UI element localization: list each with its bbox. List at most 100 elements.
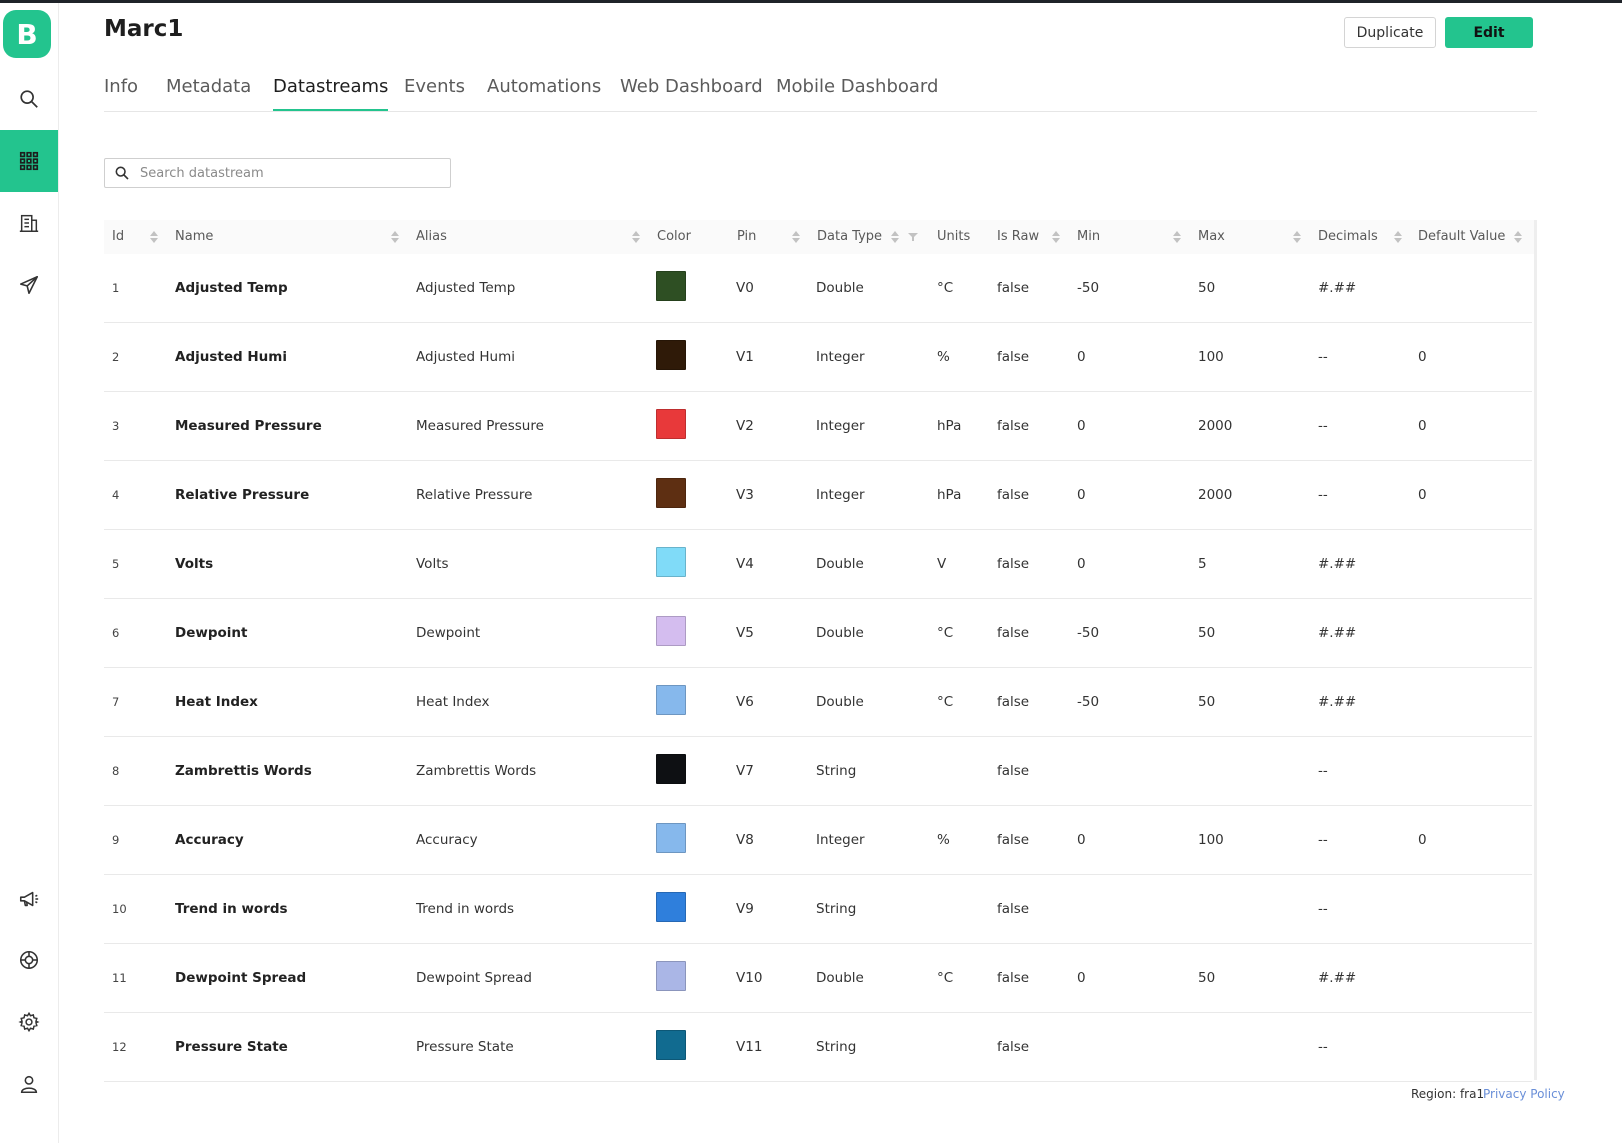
- sort-icon[interactable]: [792, 231, 800, 244]
- table-row[interactable]: 6 Dewpoint Dewpoint V5 Double °C false -50 50 #.#…: [104, 599, 1532, 668]
- tab-metadata[interactable]: Metadata: [166, 76, 251, 111]
- sort-icon[interactable]: [150, 231, 158, 244]
- table-row[interactable]: 12 Pressure State Pressure State V11 String f…: [104, 1013, 1532, 1082]
- app-logo[interactable]: B: [3, 10, 51, 58]
- tab-mobile-dashboard[interactable]: Mobile Dashboard: [776, 76, 938, 111]
- column-header-decimals[interactable]: Decimals: [1318, 220, 1378, 254]
- sidebar-item-devices[interactable]: [0, 130, 58, 192]
- sidebar-item-help[interactable]: [0, 929, 58, 991]
- privacy-policy-link[interactable]: Privacy Policy: [1483, 1087, 1565, 1101]
- cell-decimals: --: [1318, 349, 1328, 365]
- column-header-max[interactable]: Max: [1198, 220, 1225, 254]
- cell-default-value: 0: [1418, 349, 1427, 365]
- sidebar-item-profile[interactable]: [0, 1053, 58, 1115]
- cell-alias: Trend in words: [416, 901, 515, 917]
- cell-name: Adjusted Temp: [175, 280, 288, 296]
- sort-icon[interactable]: [891, 231, 899, 244]
- cell-is-raw: false: [997, 625, 1030, 641]
- tab-automations[interactable]: Automations: [487, 76, 601, 111]
- color-swatch: [656, 892, 686, 922]
- cell-max: 50: [1198, 625, 1216, 641]
- cell-name: Relative Pressure: [175, 487, 310, 503]
- column-header-default-value[interactable]: Default Value: [1418, 220, 1505, 254]
- sort-icon[interactable]: [1293, 231, 1301, 244]
- sidebar-item-settings[interactable]: [0, 991, 58, 1053]
- cell-min: -50: [1077, 625, 1100, 641]
- cell-units: °C: [937, 280, 954, 296]
- filter-icon[interactable]: [908, 232, 918, 242]
- cell-alias: Adjusted Humi: [416, 349, 515, 365]
- cell-decimals: #.##: [1318, 694, 1357, 710]
- cell-pin: V6: [736, 694, 754, 710]
- cell-min: 0: [1077, 418, 1086, 434]
- sidebar-item-search[interactable]: [0, 68, 58, 130]
- cell-max: 5: [1198, 556, 1207, 572]
- column-header-is-raw[interactable]: Is Raw: [997, 220, 1039, 254]
- cell-decimals: --: [1318, 832, 1328, 848]
- column-header-name[interactable]: Name: [175, 220, 213, 254]
- column-header-id[interactable]: Id: [112, 220, 124, 254]
- edit-button[interactable]: Edit: [1445, 17, 1533, 48]
- sort-icon[interactable]: [1173, 231, 1181, 244]
- sidebar: B: [0, 3, 59, 1143]
- cell-units: °C: [937, 625, 954, 641]
- sort-icon[interactable]: [1394, 231, 1402, 244]
- table-row[interactable]: 8 Zambrettis Words Zambrettis Words V7 Strin…: [104, 737, 1532, 806]
- table-row[interactable]: 10 Trend in words Trend in words V9 String fa…: [104, 875, 1532, 944]
- cell-name: Volts: [175, 556, 214, 572]
- cell-alias: Relative Pressure: [416, 487, 533, 503]
- sort-icon[interactable]: [391, 231, 399, 244]
- cell-data-type: Double: [816, 556, 864, 572]
- sidebar-item-messages[interactable]: [0, 254, 58, 316]
- tab-datastreams[interactable]: Datastreams: [273, 76, 389, 111]
- cell-is-raw: false: [997, 763, 1030, 779]
- duplicate-button[interactable]: Duplicate: [1344, 17, 1436, 48]
- color-swatch: [656, 547, 686, 577]
- cell-name: Pressure State: [175, 1039, 288, 1055]
- cell-name: Accuracy: [175, 832, 244, 848]
- column-header-pin[interactable]: Pin: [737, 220, 756, 254]
- cell-units: V: [937, 556, 947, 572]
- sidebar-item-organizations[interactable]: [0, 192, 58, 254]
- table-row[interactable]: 5 Volts Volts V4 Double Vfalse 0 5 #.##: [104, 530, 1532, 599]
- user-icon: [20, 1075, 38, 1094]
- color-swatch: [656, 823, 686, 853]
- cell-pin: V3: [736, 487, 754, 503]
- cell-units: hPa: [937, 487, 962, 503]
- tab-bar: Info Metadata Datastreams Events Automat…: [104, 76, 1537, 112]
- tab-info[interactable]: Info: [104, 76, 138, 111]
- column-header-alias[interactable]: Alias: [416, 220, 447, 254]
- table-row[interactable]: 4 Relative Pressure Relative Pressure V3 Int…: [104, 461, 1532, 530]
- cell-max: 2000: [1198, 487, 1233, 503]
- search-input[interactable]: [138, 164, 442, 182]
- cell-data-type: String: [816, 763, 857, 779]
- cell-alias: Pressure State: [416, 1039, 514, 1055]
- table-row[interactable]: 1 Adjusted Temp Adjusted Temp V0 Double °C fal…: [104, 254, 1532, 323]
- column-header-data-type[interactable]: Data Type: [817, 220, 882, 254]
- color-swatch: [656, 478, 686, 508]
- sidebar-item-announcements[interactable]: [0, 868, 58, 930]
- table-row[interactable]: 9 Accuracy Accuracy V8 Integer% false 0 100 -- 0: [104, 806, 1532, 875]
- cell-data-type: Integer: [816, 418, 865, 434]
- table-row[interactable]: 7 Heat Index Heat Index V6 Double °C false -50 5…: [104, 668, 1532, 737]
- sort-icon[interactable]: [1514, 231, 1522, 244]
- cell-decimals: #.##: [1318, 556, 1357, 572]
- cell-max: 2000: [1198, 418, 1233, 434]
- tab-events[interactable]: Events: [404, 76, 465, 111]
- table-row[interactable]: 2 Adjusted Humi Adjusted Humi V1 Integer% fal…: [104, 323, 1532, 392]
- cell-pin: V10: [736, 970, 763, 986]
- cell-decimals: --: [1318, 418, 1328, 434]
- sort-icon[interactable]: [1052, 231, 1060, 244]
- cell-is-raw: false: [997, 832, 1030, 848]
- cell-name: Trend in words: [175, 901, 288, 917]
- scrollbar[interactable]: [1534, 220, 1537, 1080]
- table-row[interactable]: 11 Dewpoint Spread Dewpoint Spread V10 Doubl…: [104, 944, 1532, 1013]
- cell-decimals: #.##: [1318, 970, 1357, 986]
- tab-web-dashboard[interactable]: Web Dashboard: [620, 76, 763, 111]
- sort-icon[interactable]: [632, 231, 640, 244]
- cell-units: °C: [937, 970, 954, 986]
- cell-alias: Dewpoint: [416, 625, 481, 641]
- column-header-min[interactable]: Min: [1077, 220, 1100, 254]
- cell-data-type: String: [816, 1039, 857, 1055]
- table-row[interactable]: 3 Measured Pressure Measured Pressure V2 Int…: [104, 392, 1532, 461]
